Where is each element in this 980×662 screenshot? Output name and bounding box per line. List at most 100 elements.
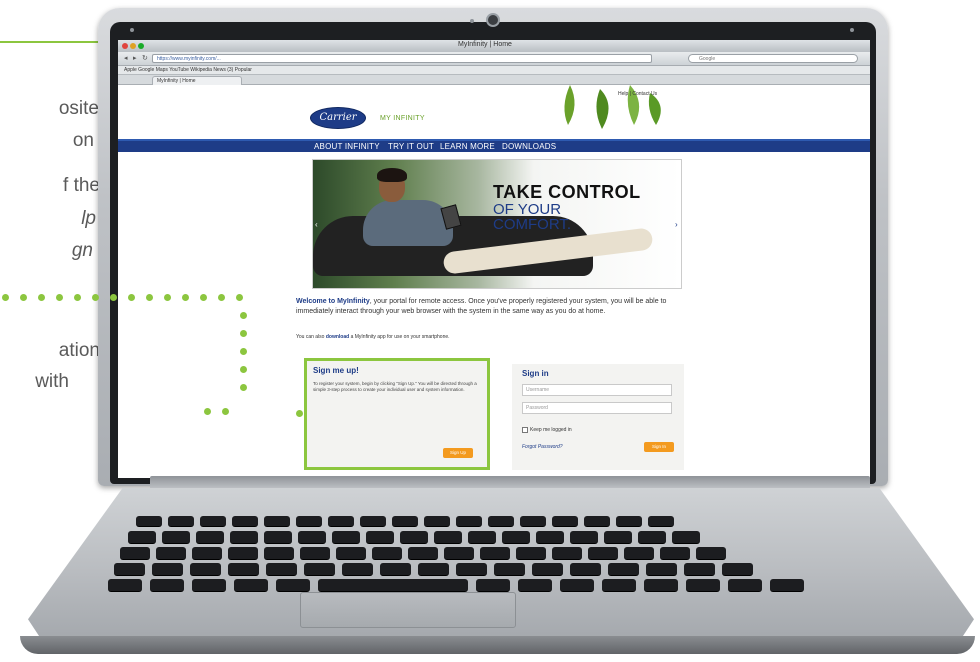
forward-icon[interactable]: ▸ bbox=[133, 55, 137, 62]
keyboard-key[interactable] bbox=[728, 579, 762, 592]
keyboard-key[interactable] bbox=[296, 516, 322, 527]
keyboard-key[interactable] bbox=[108, 579, 142, 592]
keyboard-key[interactable] bbox=[424, 516, 450, 527]
download-link[interactable]: download bbox=[326, 334, 349, 340]
keyboard-key[interactable] bbox=[616, 516, 642, 527]
nav-downloads[interactable]: DOWNLOADS bbox=[502, 142, 556, 151]
minimize-icon[interactable] bbox=[130, 43, 136, 49]
keyboard-key[interactable] bbox=[444, 547, 474, 560]
keyboard-key[interactable] bbox=[156, 547, 186, 560]
carousel-next-icon[interactable]: › bbox=[675, 220, 678, 229]
keyboard-key[interactable] bbox=[264, 547, 294, 560]
keyboard-key[interactable] bbox=[192, 579, 226, 592]
keyboard-key[interactable] bbox=[168, 516, 194, 527]
keyboard-key[interactable] bbox=[536, 531, 564, 544]
nav-about-infinity[interactable]: ABOUT INFINITY bbox=[314, 142, 380, 151]
keyboard-key[interactable] bbox=[552, 547, 582, 560]
keyboard-key[interactable] bbox=[624, 547, 654, 560]
keyboard-key[interactable] bbox=[456, 516, 482, 527]
keyboard-key[interactable] bbox=[264, 516, 290, 527]
keyboard-key[interactable] bbox=[328, 516, 354, 527]
keyboard-key[interactable] bbox=[128, 531, 156, 544]
keyboard-key[interactable] bbox=[228, 547, 258, 560]
keyboard-key[interactable] bbox=[318, 579, 468, 592]
keyboard-key[interactable] bbox=[516, 547, 546, 560]
keyboard-key[interactable] bbox=[608, 563, 639, 576]
keyboard-key[interactable] bbox=[342, 563, 373, 576]
close-icon[interactable] bbox=[122, 43, 128, 49]
keyboard-key[interactable] bbox=[332, 531, 360, 544]
keyboard-key[interactable] bbox=[588, 547, 618, 560]
keyboard-key[interactable] bbox=[114, 563, 145, 576]
keep-logged-in-checkbox[interactable] bbox=[522, 427, 528, 433]
address-bar[interactable]: https://www.myinfinity.com/... bbox=[152, 54, 652, 63]
keyboard-key[interactable] bbox=[196, 531, 224, 544]
keyboard-key[interactable] bbox=[434, 531, 462, 544]
tab-myinfinity[interactable]: MyInfinity | Home bbox=[152, 76, 242, 85]
keyboard-key[interactable] bbox=[232, 516, 258, 527]
maximize-icon[interactable] bbox=[138, 43, 144, 49]
keyboard-key[interactable] bbox=[360, 516, 386, 527]
keyboard-key[interactable] bbox=[552, 516, 578, 527]
carrier-logo[interactable]: Carrier bbox=[310, 107, 366, 129]
keyboard-key[interactable] bbox=[400, 531, 428, 544]
bookmarks-bar[interactable]: Apple Google Maps YouTube Wikipedia News… bbox=[118, 66, 870, 75]
keyboard-key[interactable] bbox=[518, 579, 552, 592]
nav-try-it-out[interactable]: TRY IT OUT bbox=[388, 142, 434, 151]
keyboard-key[interactable] bbox=[584, 516, 610, 527]
keyboard-key[interactable] bbox=[684, 563, 715, 576]
keyboard-key[interactable] bbox=[136, 516, 162, 527]
keyboard-key[interactable] bbox=[672, 531, 700, 544]
keyboard-key[interactable] bbox=[686, 579, 720, 592]
keyboard-key[interactable] bbox=[152, 563, 183, 576]
keyboard-key[interactable] bbox=[190, 563, 221, 576]
keyboard-key[interactable] bbox=[560, 579, 594, 592]
keyboard-key[interactable] bbox=[648, 516, 674, 527]
keyboard-key[interactable] bbox=[230, 531, 258, 544]
help-contact-links[interactable]: Help | Contact Us bbox=[618, 91, 657, 97]
keyboard-key[interactable] bbox=[570, 563, 601, 576]
keyboard-key[interactable] bbox=[476, 579, 510, 592]
keyboard-key[interactable] bbox=[304, 563, 335, 576]
keyboard-key[interactable] bbox=[200, 516, 226, 527]
forgot-password-link[interactable]: Forgot Password? bbox=[522, 444, 563, 450]
keyboard-key[interactable] bbox=[380, 563, 411, 576]
keyboard-key[interactable] bbox=[234, 579, 268, 592]
keyboard-key[interactable] bbox=[276, 579, 310, 592]
search-input[interactable]: Google bbox=[688, 54, 858, 63]
keyboard-key[interactable] bbox=[300, 547, 330, 560]
keyboard-key[interactable] bbox=[488, 516, 514, 527]
keyboard-key[interactable] bbox=[456, 563, 487, 576]
back-icon[interactable]: ◂ bbox=[124, 55, 128, 62]
reload-icon[interactable]: ↻ bbox=[142, 55, 148, 62]
keyboard-key[interactable] bbox=[468, 531, 496, 544]
keyboard-key[interactable] bbox=[532, 563, 563, 576]
keyboard-key[interactable] bbox=[366, 531, 394, 544]
signup-button[interactable]: Sign Up bbox=[443, 448, 473, 458]
keyboard-key[interactable] bbox=[638, 531, 666, 544]
keyboard-key[interactable] bbox=[120, 547, 150, 560]
keyboard-key[interactable] bbox=[162, 531, 190, 544]
keyboard-key[interactable] bbox=[192, 547, 222, 560]
keyboard-key[interactable] bbox=[228, 563, 259, 576]
keyboard-key[interactable] bbox=[502, 531, 530, 544]
username-field[interactable]: Username bbox=[522, 384, 672, 396]
keyboard-key[interactable] bbox=[646, 563, 677, 576]
keyboard-key[interactable] bbox=[570, 531, 598, 544]
keyboard-key[interactable] bbox=[604, 531, 632, 544]
keyboard-key[interactable] bbox=[298, 531, 326, 544]
keyboard-key[interactable] bbox=[264, 531, 292, 544]
keyboard-key[interactable] bbox=[644, 579, 678, 592]
keyboard-key[interactable] bbox=[660, 547, 690, 560]
signin-button[interactable]: Sign In bbox=[644, 442, 674, 452]
keyboard-key[interactable] bbox=[696, 547, 726, 560]
keyboard-key[interactable] bbox=[480, 547, 510, 560]
keyboard-key[interactable] bbox=[520, 516, 546, 527]
keyboard-key[interactable] bbox=[372, 547, 402, 560]
keyboard-key[interactable] bbox=[392, 516, 418, 527]
keyboard-key[interactable] bbox=[418, 563, 449, 576]
keyboard-key[interactable] bbox=[494, 563, 525, 576]
keyboard-key[interactable] bbox=[770, 579, 804, 592]
password-field[interactable]: Password bbox=[522, 402, 672, 414]
keyboard-key[interactable] bbox=[602, 579, 636, 592]
